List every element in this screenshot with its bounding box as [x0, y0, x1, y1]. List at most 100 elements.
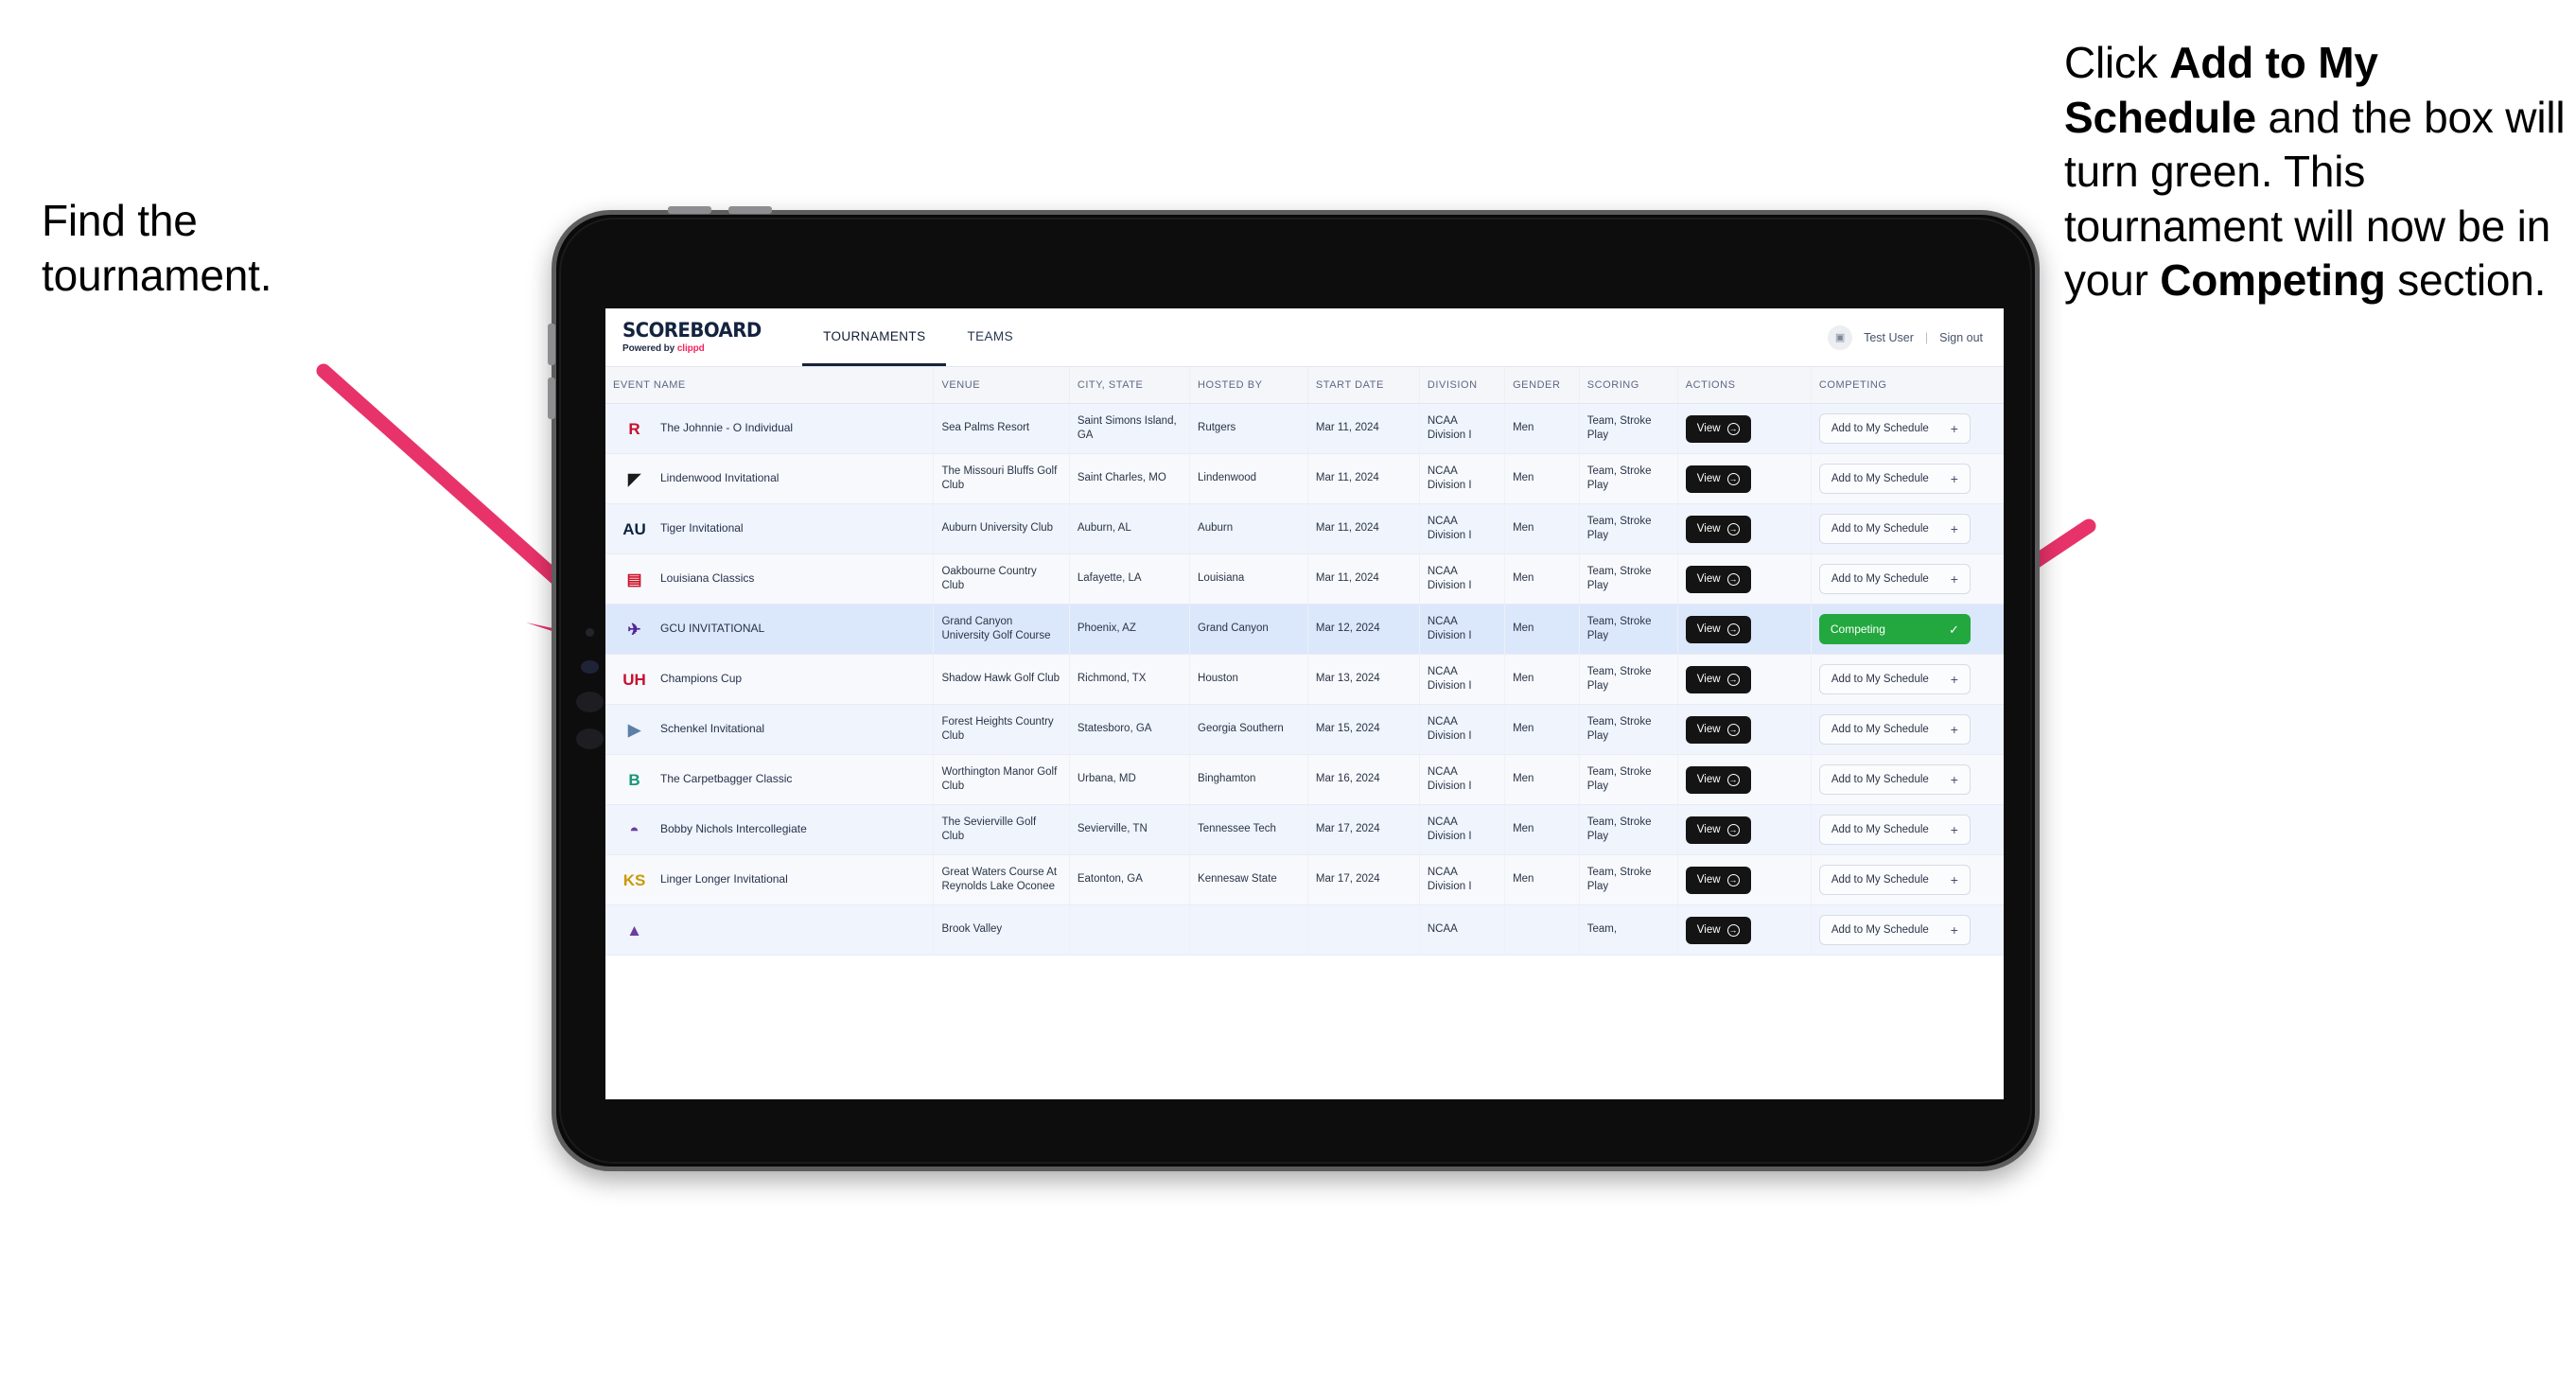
cell-event-name: AU Tiger Invitational — [605, 503, 935, 554]
table-row[interactable]: ▤ Louisiana Classics Oakbourne Country Clu… — [605, 553, 2004, 605]
table-row[interactable]: ▲ Brook Valley NCAA Team, View → Add to My Sch… — [605, 904, 2004, 956]
cell-scoring: Team, Stroke Play — [1579, 503, 1678, 554]
team-logo-icon: ✈ — [627, 620, 641, 639]
cell-gender: Men — [1504, 754, 1580, 805]
table-row[interactable]: UH Champions Cup Shadow Hawk Golf Club Rich… — [605, 654, 2004, 705]
view-button[interactable]: View → — [1685, 866, 1751, 894]
add-to-my-schedule-label: Add to My Schedule — [1831, 874, 1929, 886]
cell-city-state: Saint Simons Island, GA — [1069, 403, 1191, 454]
cell-division: NCAA Division I — [1419, 704, 1506, 755]
view-button[interactable]: View → — [1685, 816, 1751, 844]
column-header-scoring: SCORING — [1579, 367, 1678, 404]
column-header-venue: VENUE — [933, 367, 1070, 404]
cell-competing: Add to My Schedule + — [1811, 553, 2004, 605]
tablet-screen: SCOREBOARD Powered by clippd TOURNAMENTS… — [605, 308, 2004, 1099]
add-to-my-schedule-button[interactable]: Add to My Schedule + — [1818, 915, 1971, 945]
power-button[interactable] — [668, 206, 711, 214]
arrow-right-circle-icon: → — [1726, 522, 1740, 535]
add-to-my-schedule-label: Add to My Schedule — [1831, 473, 1929, 484]
cell-actions: View → — [1677, 754, 1812, 805]
cell-actions: View → — [1677, 654, 1812, 705]
avatar[interactable]: ▣ — [1828, 325, 1853, 350]
team-logo-icon: AU — [622, 519, 646, 538]
view-button[interactable]: View → — [1685, 916, 1751, 944]
cell-actions: View → — [1677, 453, 1812, 504]
volume-up-button[interactable] — [548, 324, 555, 365]
table-row[interactable]: AU Tiger Invitational Auburn University Cl… — [605, 503, 2004, 554]
cell-venue: Grand Canyon University Golf Course — [933, 604, 1070, 655]
table-row[interactable]: B The Carpetbagger Classic Worthington Man… — [605, 754, 2004, 805]
plus-icon: + — [1950, 872, 1958, 887]
cell-start-date: Mar 13, 2024 — [1307, 654, 1420, 705]
view-button[interactable]: View → — [1685, 615, 1751, 643]
cell-gender — [1504, 904, 1580, 956]
cell-venue: Forest Heights Country Club — [933, 704, 1070, 755]
cell-hosted-by: Lindenwood — [1189, 453, 1308, 504]
cell-actions: View → — [1677, 553, 1812, 605]
view-button[interactable]: View → — [1685, 465, 1751, 493]
team-logo-icon: ▶ — [627, 720, 641, 739]
add-to-my-schedule-button[interactable]: Add to My Schedule + — [1818, 764, 1971, 795]
header-user-area: ▣ Test User | Sign out — [1828, 308, 2004, 366]
add-to-my-schedule-button[interactable]: Add to My Schedule + — [1818, 865, 1971, 895]
add-to-my-schedule-button[interactable]: Add to My Schedule + — [1818, 815, 1971, 845]
sign-out-link[interactable]: Sign out — [1939, 331, 1983, 344]
view-button[interactable]: View → — [1685, 715, 1751, 744]
tournaments-table: EVENT NAME VENUE CITY, STATE HOSTED BY S… — [605, 367, 2004, 956]
arrow-right-circle-icon: → — [1726, 923, 1740, 937]
tab-tournaments[interactable]: TOURNAMENTS — [802, 308, 947, 366]
cell-gender: Men — [1504, 503, 1580, 554]
add-to-my-schedule-button[interactable]: Add to My Schedule + — [1818, 564, 1971, 594]
aux-button[interactable] — [728, 206, 772, 214]
brand-logo[interactable]: SCOREBOARD Powered by clippd — [605, 308, 789, 366]
cell-hosted-by — [1189, 904, 1308, 956]
tablet-device: SCOREBOARD Powered by clippd TOURNAMENTS… — [548, 206, 2040, 1171]
cell-division: NCAA Division I — [1419, 654, 1506, 705]
cell-division: NCAA Division I — [1419, 403, 1506, 454]
add-to-my-schedule-label: Add to My Schedule — [1831, 573, 1929, 585]
view-button[interactable]: View → — [1685, 665, 1751, 693]
plus-icon: + — [1950, 571, 1958, 587]
view-button[interactable]: View → — [1685, 515, 1751, 543]
add-to-my-schedule-label: Add to My Schedule — [1831, 924, 1929, 936]
competing-status-button[interactable]: Competing ✓ — [1818, 614, 1971, 644]
cell-event-name: R The Johnnie - O Individual — [605, 403, 935, 454]
view-button[interactable]: View → — [1685, 565, 1751, 593]
view-button[interactable]: View → — [1685, 414, 1751, 443]
cell-actions: View → — [1677, 704, 1812, 755]
arrow-right-circle-icon: → — [1726, 723, 1740, 736]
volume-down-button[interactable] — [548, 377, 555, 419]
cell-scoring: Team, Stroke Play — [1579, 654, 1678, 705]
table-row[interactable]: ◓ Bobby Nichols Intercollegiate The Sevier… — [605, 804, 2004, 855]
cell-city-state: Richmond, TX — [1069, 654, 1191, 705]
add-to-my-schedule-button[interactable]: Add to My Schedule + — [1818, 514, 1971, 544]
cell-scoring: Team, Stroke Play — [1579, 453, 1678, 504]
table-row[interactable]: R The Johnnie - O Individual Sea Palms Res… — [605, 403, 2004, 454]
table-row[interactable]: ◤ Lindenwood Invitational The Missouri Blu… — [605, 453, 2004, 504]
add-to-my-schedule-button[interactable]: Add to My Schedule + — [1818, 714, 1971, 745]
cell-competing: Add to My Schedule + — [1811, 453, 2004, 504]
user-name[interactable]: Test User — [1864, 331, 1914, 344]
view-button-label: View — [1696, 623, 1721, 635]
cell-competing: Add to My Schedule + — [1811, 503, 2004, 554]
table-row[interactable]: KS Linger Longer Invitational Great Waters… — [605, 854, 2004, 905]
add-to-my-schedule-label: Add to My Schedule — [1831, 774, 1929, 785]
add-to-my-schedule-button[interactable]: Add to My Schedule + — [1818, 413, 1971, 444]
plus-icon: + — [1950, 421, 1958, 436]
event-name-label: Tiger Invitational — [660, 521, 744, 535]
cell-scoring: Team, Stroke Play — [1579, 854, 1678, 905]
table-row[interactable]: ✈ GCU INVITATIONAL Grand Canyon University… — [605, 604, 2004, 655]
add-to-my-schedule-button[interactable]: Add to My Schedule + — [1818, 464, 1971, 494]
cell-actions: View → — [1677, 804, 1812, 855]
cell-division: NCAA Division I — [1419, 453, 1506, 504]
tournaments-table-container[interactable]: EVENT NAME VENUE CITY, STATE HOSTED BY S… — [605, 367, 2004, 1099]
tab-teams[interactable]: TEAMS — [946, 308, 1034, 366]
cell-hosted-by: Binghamton — [1189, 754, 1308, 805]
cell-competing: Add to My Schedule + — [1811, 654, 2004, 705]
plus-icon: + — [1950, 672, 1958, 687]
column-header-division: DIVISION — [1419, 367, 1506, 404]
view-button[interactable]: View → — [1685, 765, 1751, 794]
column-header-hosted-by: HOSTED BY — [1189, 367, 1308, 404]
add-to-my-schedule-button[interactable]: Add to My Schedule + — [1818, 664, 1971, 694]
table-row[interactable]: ▶ Schenkel Invitational Forest Heights Cou… — [605, 704, 2004, 755]
